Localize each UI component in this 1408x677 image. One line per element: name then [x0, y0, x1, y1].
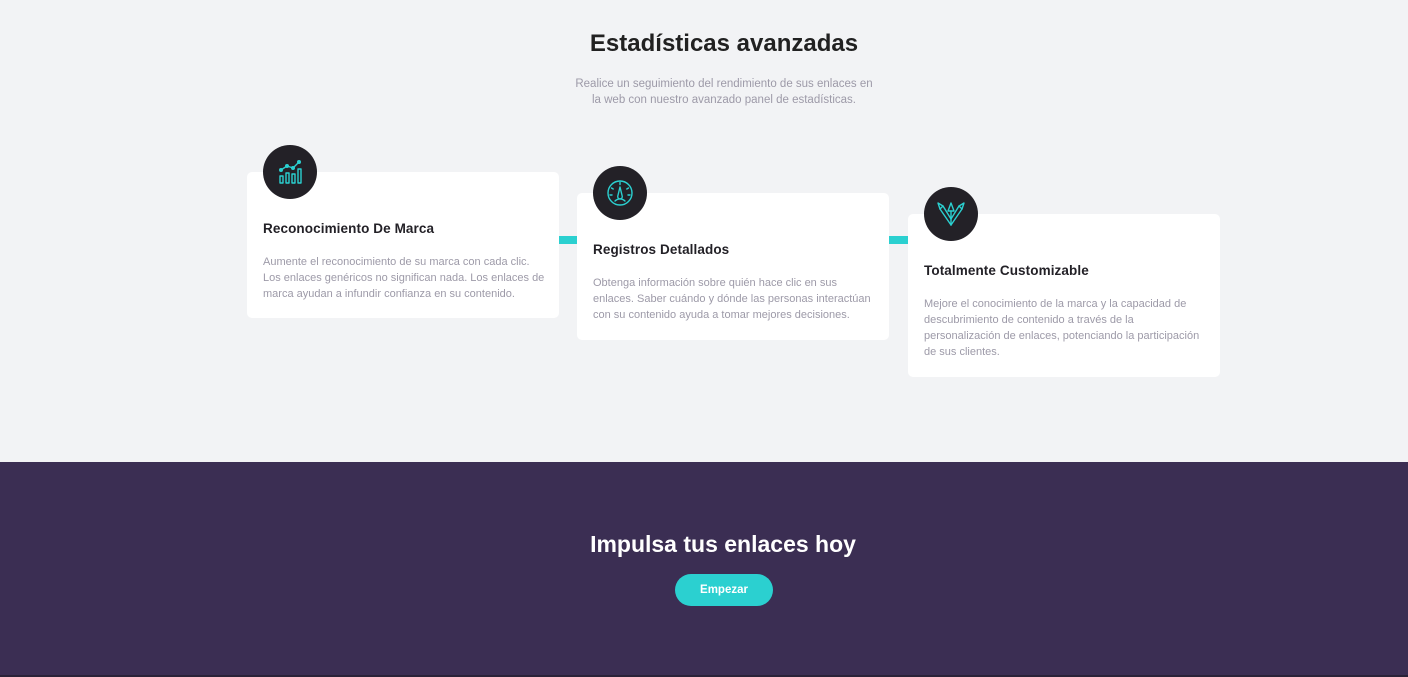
feature-card-title: Registros Detallados — [593, 242, 730, 257]
brand-recognition-chart-icon — [263, 145, 317, 199]
feature-card-text: Aumente el reconocimiento de su marca co… — [263, 256, 545, 300]
get-started-button[interactable]: Empezar — [675, 574, 773, 606]
cta-title: Impulsa tus enlaces hoy — [590, 531, 856, 557]
call-to-action-section: Impulsa tus enlaces hoy Empezar — [0, 462, 1408, 677]
feature-card-text: Obtenga información sobre quién hace cli… — [593, 277, 871, 321]
statistics-title: Estadísticas avanzadas — [589, 30, 859, 57]
feature-card-detailed-records: Registros Detallados Obtenga información… — [577, 166, 889, 340]
card-connector-line — [558, 236, 578, 244]
speedometer-gauge-icon — [593, 166, 647, 220]
page: Estadísticas avanzadas Realice un seguim… — [0, 0, 1408, 677]
feature-card-title: Reconocimiento De Marca — [263, 221, 435, 236]
feature-card-brand-recognition: Reconocimiento De Marca Aumente el recon… — [247, 145, 559, 318]
feature-card-text: Mejore el conocimiento de la marca y la … — [924, 298, 1200, 358]
card-connector-line — [888, 236, 909, 244]
statistics-section: Estadísticas avanzadas Realice un seguim… — [0, 0, 1408, 462]
feature-card-title: Totalmente Customizable — [924, 263, 1089, 278]
design-tools-brush-pen-icon — [924, 187, 978, 241]
feature-card-fully-customizable: Totalmente Customizable Mejore el conoci… — [908, 187, 1220, 377]
statistics-subtitle: Realice un seguimiento del rendimiento d… — [575, 78, 873, 106]
